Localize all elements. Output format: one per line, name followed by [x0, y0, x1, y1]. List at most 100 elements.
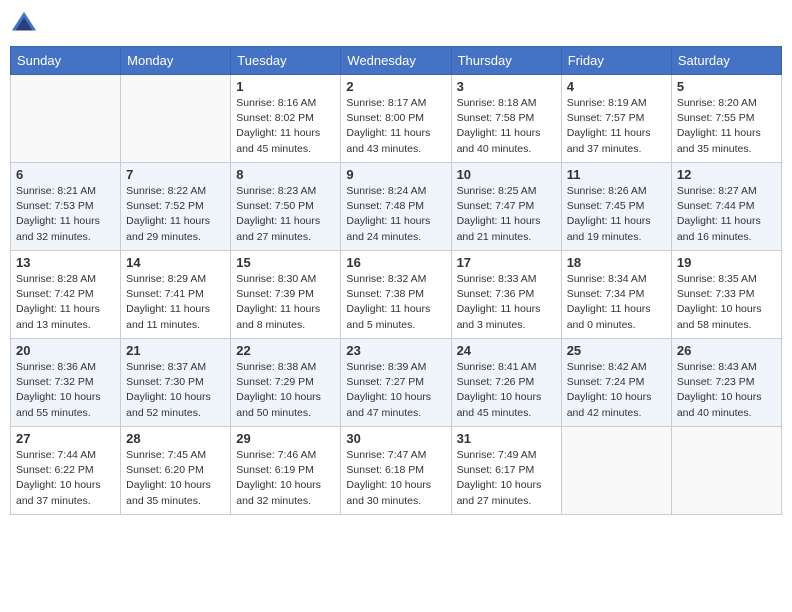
- calendar-header-monday: Monday: [121, 47, 231, 75]
- calendar-week-row: 6 Sunrise: 8:21 AMSunset: 7:53 PMDaylight…: [11, 163, 782, 251]
- day-info: Sunrise: 8:37 AMSunset: 7:30 PMDaylight:…: [126, 360, 225, 421]
- calendar-week-row: 27 Sunrise: 7:44 AMSunset: 6:22 PMDayligh…: [11, 427, 782, 515]
- day-info: Sunrise: 8:21 AMSunset: 7:53 PMDaylight:…: [16, 184, 115, 245]
- day-info: Sunrise: 8:32 AMSunset: 7:38 PMDaylight:…: [346, 272, 445, 333]
- day-number: 24: [457, 343, 556, 358]
- calendar-week-row: 1 Sunrise: 8:16 AMSunset: 8:02 PMDaylight…: [11, 75, 782, 163]
- calendar-week-row: 20 Sunrise: 8:36 AMSunset: 7:32 PMDayligh…: [11, 339, 782, 427]
- logo: [10, 10, 42, 38]
- day-info: Sunrise: 8:26 AMSunset: 7:45 PMDaylight:…: [567, 184, 666, 245]
- day-info: Sunrise: 7:47 AMSunset: 6:18 PMDaylight:…: [346, 448, 445, 509]
- calendar-cell: 9 Sunrise: 8:24 AMSunset: 7:48 PMDaylight…: [341, 163, 451, 251]
- day-number: 3: [457, 79, 556, 94]
- calendar-cell: 15 Sunrise: 8:30 AMSunset: 7:39 PMDayligh…: [231, 251, 341, 339]
- day-number: 30: [346, 431, 445, 446]
- calendar-cell: 2 Sunrise: 8:17 AMSunset: 8:00 PMDaylight…: [341, 75, 451, 163]
- day-number: 6: [16, 167, 115, 182]
- day-info: Sunrise: 8:36 AMSunset: 7:32 PMDaylight:…: [16, 360, 115, 421]
- day-number: 22: [236, 343, 335, 358]
- day-info: Sunrise: 8:22 AMSunset: 7:52 PMDaylight:…: [126, 184, 225, 245]
- day-info: Sunrise: 8:25 AMSunset: 7:47 PMDaylight:…: [457, 184, 556, 245]
- day-info: Sunrise: 8:18 AMSunset: 7:58 PMDaylight:…: [457, 96, 556, 157]
- day-info: Sunrise: 8:20 AMSunset: 7:55 PMDaylight:…: [677, 96, 776, 157]
- day-number: 12: [677, 167, 776, 182]
- day-info: Sunrise: 8:42 AMSunset: 7:24 PMDaylight:…: [567, 360, 666, 421]
- calendar-cell: 22 Sunrise: 8:38 AMSunset: 7:29 PMDayligh…: [231, 339, 341, 427]
- calendar-cell: 30 Sunrise: 7:47 AMSunset: 6:18 PMDayligh…: [341, 427, 451, 515]
- day-number: 17: [457, 255, 556, 270]
- day-info: Sunrise: 8:38 AMSunset: 7:29 PMDaylight:…: [236, 360, 335, 421]
- day-number: 26: [677, 343, 776, 358]
- day-number: 4: [567, 79, 666, 94]
- day-info: Sunrise: 7:44 AMSunset: 6:22 PMDaylight:…: [16, 448, 115, 509]
- day-number: 15: [236, 255, 335, 270]
- day-info: Sunrise: 8:30 AMSunset: 7:39 PMDaylight:…: [236, 272, 335, 333]
- calendar-cell: 8Sunrise: 8:23 AMSunset: 7:50 PMDaylight…: [231, 163, 341, 251]
- day-info: Sunrise: 7:46 AMSunset: 6:19 PMDaylight:…: [236, 448, 335, 509]
- calendar-table: SundayMondayTuesdayWednesdayThursdayFrid…: [10, 46, 782, 515]
- calendar-cell: 26 Sunrise: 8:43 AMSunset: 7:23 PMDayligh…: [671, 339, 781, 427]
- calendar-header-saturday: Saturday: [671, 47, 781, 75]
- day-number: 19: [677, 255, 776, 270]
- day-info: Sunrise: 8:34 AMSunset: 7:34 PMDaylight:…: [567, 272, 666, 333]
- day-number: 20: [16, 343, 115, 358]
- day-number: 7: [126, 167, 225, 182]
- day-number: 9: [346, 167, 445, 182]
- calendar-cell: 18 Sunrise: 8:34 AMSunset: 7:34 PMDayligh…: [561, 251, 671, 339]
- calendar-cell: 27 Sunrise: 7:44 AMSunset: 6:22 PMDayligh…: [11, 427, 121, 515]
- day-number: 10: [457, 167, 556, 182]
- day-number: 21: [126, 343, 225, 358]
- day-info: Sunrise: 8:24 AMSunset: 7:48 PMDaylight:…: [346, 184, 445, 245]
- day-number: 28: [126, 431, 225, 446]
- calendar-cell: 6 Sunrise: 8:21 AMSunset: 7:53 PMDaylight…: [11, 163, 121, 251]
- calendar-header-wednesday: Wednesday: [341, 47, 451, 75]
- calendar-cell: 10 Sunrise: 8:25 AMSunset: 7:47 PMDayligh…: [451, 163, 561, 251]
- calendar-cell: 11 Sunrise: 8:26 AMSunset: 7:45 PMDayligh…: [561, 163, 671, 251]
- day-info: Sunrise: 8:28 AMSunset: 7:42 PMDaylight:…: [16, 272, 115, 333]
- day-number: 14: [126, 255, 225, 270]
- calendar-cell: 19 Sunrise: 8:35 AMSunset: 7:33 PMDayligh…: [671, 251, 781, 339]
- day-info: Sunrise: 8:16 AMSunset: 8:02 PMDaylight:…: [236, 96, 335, 157]
- calendar-cell: 16 Sunrise: 8:32 AMSunset: 7:38 PMDayligh…: [341, 251, 451, 339]
- day-number: 31: [457, 431, 556, 446]
- day-info: Sunrise: 8:39 AMSunset: 7:27 PMDaylight:…: [346, 360, 445, 421]
- day-number: 18: [567, 255, 666, 270]
- calendar-cell: 29 Sunrise: 7:46 AMSunset: 6:19 PMDayligh…: [231, 427, 341, 515]
- calendar-cell: 21 Sunrise: 8:37 AMSunset: 7:30 PMDayligh…: [121, 339, 231, 427]
- calendar-cell: [121, 75, 231, 163]
- day-info: Sunrise: 8:17 AMSunset: 8:00 PMDaylight:…: [346, 96, 445, 157]
- day-info: Sunrise: 7:49 AMSunset: 6:17 PMDaylight:…: [457, 448, 556, 509]
- calendar-header-sunday: Sunday: [11, 47, 121, 75]
- day-info: Sunrise: 8:23 AMSunset: 7:50 PMDaylight:…: [236, 184, 335, 245]
- day-number: 1: [236, 79, 335, 94]
- day-number: 27: [16, 431, 115, 446]
- calendar-cell: 13Sunrise: 8:28 AMSunset: 7:42 PMDayligh…: [11, 251, 121, 339]
- day-number: 5: [677, 79, 776, 94]
- day-info: Sunrise: 8:35 AMSunset: 7:33 PMDaylight:…: [677, 272, 776, 333]
- day-info: Sunrise: 8:29 AMSunset: 7:41 PMDaylight:…: [126, 272, 225, 333]
- calendar-cell: 3 Sunrise: 8:18 AMSunset: 7:58 PMDaylight…: [451, 75, 561, 163]
- calendar-cell: 28Sunrise: 7:45 AMSunset: 6:20 PMDayligh…: [121, 427, 231, 515]
- header: [10, 10, 782, 38]
- calendar-cell: 1 Sunrise: 8:16 AMSunset: 8:02 PMDaylight…: [231, 75, 341, 163]
- calendar-cell: 5 Sunrise: 8:20 AMSunset: 7:55 PMDaylight…: [671, 75, 781, 163]
- day-number: 29: [236, 431, 335, 446]
- day-info: Sunrise: 8:41 AMSunset: 7:26 PMDaylight:…: [457, 360, 556, 421]
- day-number: 23: [346, 343, 445, 358]
- calendar-cell: 24 Sunrise: 8:41 AMSunset: 7:26 PMDayligh…: [451, 339, 561, 427]
- logo-icon: [10, 10, 38, 38]
- day-info: Sunrise: 8:19 AMSunset: 7:57 PMDaylight:…: [567, 96, 666, 157]
- day-number: 16: [346, 255, 445, 270]
- calendar-cell: [11, 75, 121, 163]
- day-number: 2: [346, 79, 445, 94]
- day-number: 11: [567, 167, 666, 182]
- day-info: Sunrise: 8:33 AMSunset: 7:36 PMDaylight:…: [457, 272, 556, 333]
- calendar-header-thursday: Thursday: [451, 47, 561, 75]
- day-info: Sunrise: 8:43 AMSunset: 7:23 PMDaylight:…: [677, 360, 776, 421]
- calendar-cell: 7 Sunrise: 8:22 AMSunset: 7:52 PMDaylight…: [121, 163, 231, 251]
- day-info: Sunrise: 8:27 AMSunset: 7:44 PMDaylight:…: [677, 184, 776, 245]
- calendar-cell: 14 Sunrise: 8:29 AMSunset: 7:41 PMDayligh…: [121, 251, 231, 339]
- calendar-cell: [561, 427, 671, 515]
- calendar-header-tuesday: Tuesday: [231, 47, 341, 75]
- calendar-header-row: SundayMondayTuesdayWednesdayThursdayFrid…: [11, 47, 782, 75]
